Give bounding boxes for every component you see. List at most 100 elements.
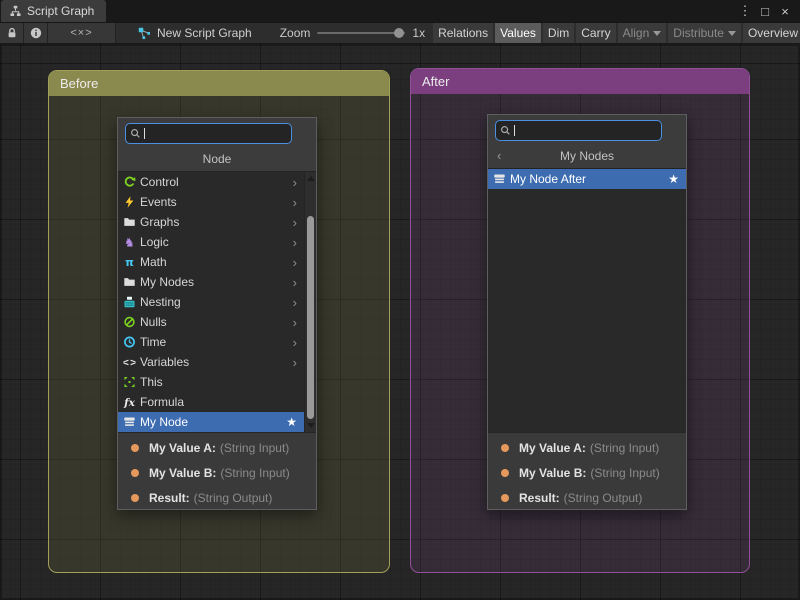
chevron-right-icon: ›: [293, 315, 297, 330]
finder-list-item[interactable]: Time ›: [118, 332, 304, 352]
tab-script-graph[interactable]: Script Graph: [1, 0, 106, 22]
toolbar-button-label: Dim: [548, 26, 569, 40]
toolbar-button[interactable]: Carry: [576, 23, 615, 43]
toolbar-button[interactable]: Align: [618, 23, 667, 43]
finder-list-item[interactable]: Math ›: [118, 252, 304, 272]
script-graph-window: Script Graph ⋮ □ × <×>: [0, 0, 800, 600]
chevron-right-icon: ›: [293, 215, 297, 230]
chevron-right-icon: ›: [293, 295, 297, 310]
search-box[interactable]: [125, 123, 292, 144]
port-dot-icon[interactable]: [501, 469, 509, 477]
port-type: (String Input): [590, 466, 659, 480]
code-toggle-label: <×>: [70, 27, 92, 39]
item-label: Events: [140, 195, 293, 209]
toolbar-toggle-buttons: Relations Values Dim Carry Align Distrib…: [431, 23, 800, 43]
zoom-slider[interactable]: [317, 28, 405, 38]
new-script-graph-button[interactable]: New Script Graph: [126, 23, 264, 43]
fuzzy-finder-before: Node Control › Events ›: [117, 117, 317, 510]
toolbar-button[interactable]: Dim: [543, 23, 574, 43]
port-dot-icon[interactable]: [501, 494, 509, 502]
lock-button[interactable]: [0, 23, 24, 43]
item-label: This: [140, 375, 300, 389]
finder-list-item[interactable]: Logic ›: [118, 232, 304, 252]
port-type: (String Input): [220, 466, 289, 480]
favorite-star-icon[interactable]: ★: [668, 172, 679, 186]
item-label: My Node After: [510, 172, 668, 186]
back-chevron-icon[interactable]: ‹: [497, 144, 501, 168]
info-button[interactable]: [24, 23, 48, 43]
group-before-title: Before: [60, 76, 98, 91]
group-after-title: After: [422, 74, 449, 89]
scrollbar-thumb[interactable]: [307, 216, 314, 419]
port-label: My Value B:: [149, 466, 216, 480]
chevron-down-icon: [653, 31, 661, 36]
port-dot-icon[interactable]: [501, 444, 509, 452]
port-row[interactable]: Result: (String Output): [488, 485, 686, 510]
toolbar-button[interactable]: Distribute: [668, 23, 741, 43]
finder-list-item[interactable]: Nulls ›: [118, 312, 304, 332]
toolbar-button[interactable]: Values: [495, 23, 541, 43]
port-row[interactable]: Result: (String Output): [118, 485, 316, 510]
window-tab-bar: Script Graph ⋮ □ ×: [0, 0, 800, 22]
scrollbar-up-arrow[interactable]: [307, 176, 315, 181]
port-type: (String Input): [220, 441, 289, 455]
zoom-slider-track: [317, 32, 405, 34]
finder-list-item[interactable]: Variables ›: [118, 352, 304, 372]
finder-list-item[interactable]: Nesting ›: [118, 292, 304, 312]
port-row[interactable]: My Value B: (String Input): [118, 460, 316, 485]
search-input[interactable]: [515, 124, 657, 138]
toolbar-button[interactable]: Relations: [433, 23, 493, 43]
port-row[interactable]: My Value B: (String Input): [488, 460, 686, 485]
port-label: Result:: [519, 491, 560, 505]
finder-list-item[interactable]: Formula: [118, 392, 304, 412]
finder-list: Control › Events › Graphs ›: [118, 171, 316, 432]
item-icon: [123, 416, 136, 428]
port-row[interactable]: My Value A: (String Input): [118, 435, 316, 460]
finder-list-item[interactable]: My Node ★: [118, 412, 304, 432]
port-dot-icon[interactable]: [131, 444, 139, 452]
finder-list-item[interactable]: Graphs ›: [118, 212, 304, 232]
port-label: My Value A:: [519, 441, 586, 455]
finder-list-item[interactable]: This: [118, 372, 304, 392]
chevron-right-icon: ›: [293, 335, 297, 350]
item-icon: [123, 396, 136, 408]
item-label: Logic: [140, 235, 293, 249]
port-row[interactable]: My Value A: (String Input): [488, 435, 686, 460]
search-icon: [130, 128, 141, 139]
toolbar-button[interactable]: Overview: [743, 23, 800, 43]
favorite-star-icon[interactable]: ★: [286, 415, 297, 429]
group-before-header[interactable]: Before: [49, 71, 389, 96]
code-toggle-button[interactable]: <×>: [48, 23, 116, 43]
finder-list-item[interactable]: Events ›: [118, 192, 304, 212]
zoom-slider-thumb[interactable]: [394, 28, 404, 38]
item-icon: [123, 316, 136, 328]
toolbar-button-label: Values: [500, 26, 536, 40]
chevron-down-icon: [728, 31, 736, 36]
list-scrollbar[interactable]: [304, 172, 316, 432]
search-input[interactable]: [145, 127, 287, 141]
graph-toolbar: <×> New Script Graph Zoom 1x Relations: [0, 22, 800, 44]
port-type: (String Input): [590, 441, 659, 455]
finder-list-item[interactable]: Control ›: [118, 172, 304, 192]
finder-rows: My Node After ★: [488, 169, 686, 432]
item-icon: [123, 336, 136, 348]
search-row: [118, 118, 316, 147]
port-dot-icon[interactable]: [131, 494, 139, 502]
chevron-right-icon: ›: [293, 235, 297, 250]
port-dot-icon[interactable]: [131, 469, 139, 477]
item-icon: [123, 236, 136, 248]
group-after-header[interactable]: After: [411, 69, 749, 94]
port-type: (String Output): [194, 491, 273, 505]
toolbar-button-label: Overview: [748, 26, 798, 40]
graph-canvas[interactable]: Before After Node: [0, 44, 800, 600]
zoom-control: Zoom 1x: [274, 23, 431, 43]
item-label: Formula: [140, 395, 300, 409]
maximize-button[interactable]: □: [757, 4, 773, 19]
finder-list-item[interactable]: My Nodes ›: [118, 272, 304, 292]
item-label: Nulls: [140, 315, 293, 329]
finder-list-item[interactable]: My Node After ★: [488, 169, 686, 189]
window-menu-button[interactable]: ⋮: [737, 3, 753, 19]
scrollbar-down-arrow[interactable]: [307, 423, 315, 428]
close-button[interactable]: ×: [777, 4, 793, 19]
search-box[interactable]: [495, 120, 662, 141]
